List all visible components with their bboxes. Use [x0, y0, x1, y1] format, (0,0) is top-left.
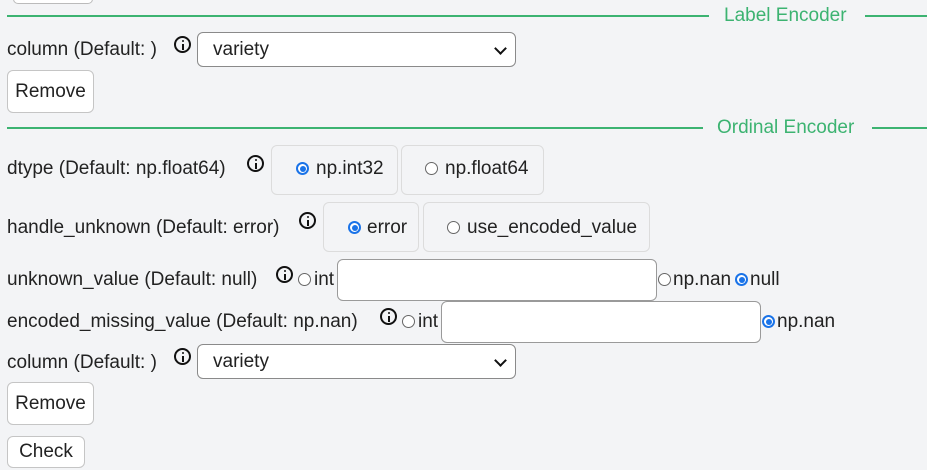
info-icon[interactable] — [174, 36, 191, 53]
section-divider-right — [865, 15, 927, 17]
unknown-value-nan-label: np.nan — [673, 269, 732, 290]
info-icon[interactable] — [380, 308, 397, 325]
dtype-option-int32[interactable]: np.int32 — [271, 145, 398, 195]
encoded-missing-nan-radio[interactable] — [762, 315, 775, 328]
unknown-value-nan-radio[interactable] — [658, 273, 671, 286]
chevron-down-icon — [494, 354, 507, 367]
column-select[interactable]: variety — [197, 344, 516, 379]
encoded-missing-int-input[interactable] — [441, 301, 761, 343]
column-label: column (Default: ) — [7, 352, 157, 373]
dtype-option-float64[interactable]: np.float64 — [401, 145, 544, 195]
unknown-value-int-label: int — [314, 269, 335, 290]
radio-unselected-icon[interactable] — [447, 221, 460, 234]
encoded-missing-int-label: int — [418, 311, 439, 332]
radio-selected-icon[interactable] — [296, 162, 309, 175]
info-icon[interactable] — [299, 212, 316, 229]
remove-button[interactable]: Remove — [7, 70, 94, 113]
handle-unknown-option-label: error — [367, 217, 408, 238]
info-icon[interactable] — [174, 348, 191, 365]
radio-selected-icon[interactable] — [348, 221, 361, 234]
unknown-value-int-input[interactable] — [337, 259, 657, 301]
encoded-missing-int-radio[interactable] — [402, 315, 415, 328]
handle-unknown-label: handle_unknown (Default: error) — [7, 217, 280, 238]
dtype-label: dtype (Default: np.float64) — [7, 158, 226, 179]
column-select-value: variety — [213, 39, 269, 60]
section-divider-right — [872, 127, 927, 129]
handle-unknown-option-label: use_encoded_value — [467, 217, 638, 238]
chevron-down-icon — [494, 42, 507, 55]
previous-button-edge[interactable] — [13, 0, 93, 4]
label-encoder-title: Label Encoder — [724, 5, 847, 26]
section-divider-left — [7, 127, 703, 129]
ordinal-encoder-title: Ordinal Encoder — [717, 117, 855, 138]
column-select-value: variety — [213, 351, 269, 372]
handle-unknown-option-encoded[interactable]: use_encoded_value — [423, 202, 650, 252]
handle-unknown-option-error[interactable]: error — [323, 202, 419, 252]
check-button[interactable]: Check — [7, 436, 85, 468]
radio-unselected-icon[interactable] — [425, 162, 438, 175]
unknown-value-label: unknown_value (Default: null) — [7, 269, 258, 290]
info-icon[interactable] — [247, 155, 264, 172]
info-icon[interactable] — [276, 266, 293, 283]
unknown-value-null-radio[interactable] — [735, 273, 748, 286]
unknown-value-int-radio[interactable] — [298, 273, 311, 286]
unknown-value-null-label: null — [750, 269, 780, 290]
column-select[interactable]: variety — [197, 32, 516, 67]
dtype-option-label: np.float64 — [445, 158, 529, 179]
column-label: column (Default: ) — [7, 39, 157, 60]
encoded-missing-nan-label: np.nan — [777, 311, 836, 332]
remove-button[interactable]: Remove — [7, 382, 94, 425]
section-divider-left — [7, 15, 709, 17]
dtype-option-label: np.int32 — [316, 158, 384, 179]
encoded-missing-value-label: encoded_missing_value (Default: np.nan) — [7, 311, 358, 332]
